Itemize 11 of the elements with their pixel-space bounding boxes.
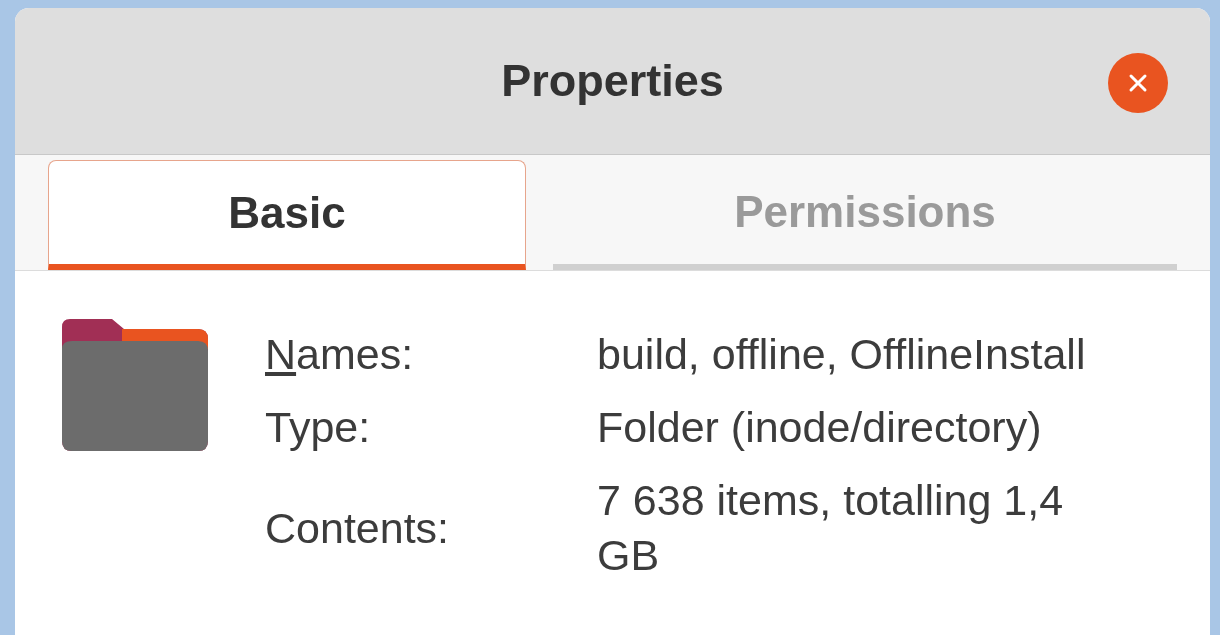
property-value: 7 638 items, totalling 1,4 GB: [597, 475, 1065, 581]
close-icon: [1128, 73, 1148, 93]
property-value: Folder (inode/directory): [597, 402, 1043, 453]
property-value: build, offline, OfflineInstall: [597, 329, 1087, 380]
window-title: Properties: [501, 54, 724, 109]
property-label: Contents:: [265, 502, 451, 554]
close-button[interactable]: [1108, 53, 1168, 113]
folder-icon: [62, 319, 208, 451]
property-label: Names:: [265, 329, 415, 380]
property-label: Type:: [265, 402, 372, 453]
tab[interactable]: Basic: [48, 160, 526, 270]
